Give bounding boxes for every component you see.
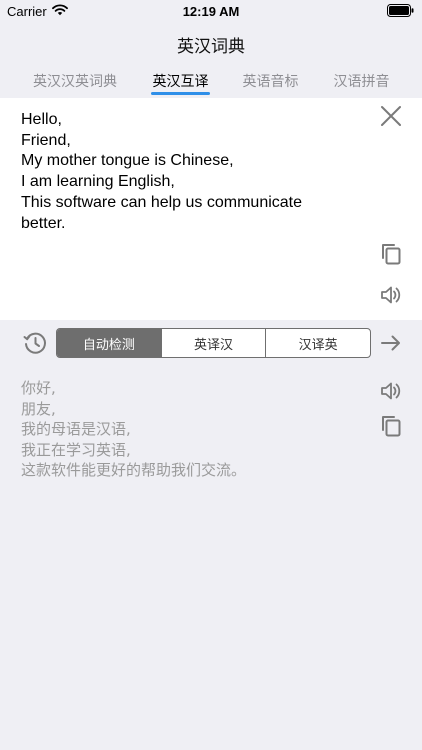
input-line: This software can help us communicate	[21, 193, 303, 211]
copy-icon	[382, 416, 401, 437]
input-line: I am learning English,	[21, 173, 175, 191]
tab-pinyin[interactable]: 汉语拼音	[332, 71, 391, 98]
speaker-icon	[381, 382, 401, 400]
copy-source-button[interactable]	[378, 241, 404, 267]
output-line: 我的母语是汉语,	[21, 420, 131, 438]
output-panel: 你好, 朋友, 我的母语是汉语, 我正在学习英语, 这款软件能更好的帮助我们交流…	[0, 370, 422, 750]
input-line: better.	[21, 214, 66, 232]
mode-en-to-zh[interactable]: 英译汉	[160, 329, 266, 357]
copy-result-button[interactable]	[378, 413, 404, 439]
speaker-icon	[381, 286, 401, 304]
active-tab-indicator	[151, 92, 210, 95]
input-line: My mother tongue is Chinese,	[21, 152, 234, 170]
output-line: 朋友,	[21, 399, 56, 418]
speak-result-button[interactable]	[378, 378, 404, 404]
output-line: 我正在学习英语,	[21, 440, 131, 459]
copy-icon	[382, 244, 401, 265]
translation-toolbar: 自动检测 英译汉 汉译英	[0, 327, 422, 359]
speak-source-button[interactable]	[378, 282, 404, 308]
language-mode-selector: 自动检测 英译汉 汉译英	[56, 328, 371, 358]
tab-bar: 英汉汉英词典 英汉互译 英语音标 汉语拼音	[0, 68, 422, 98]
tab-phonetic[interactable]: 英语音标	[241, 71, 300, 98]
input-panel[interactable]: Hello, Friend, My mother tongue is Chine…	[0, 98, 422, 320]
translate-button[interactable]	[378, 330, 404, 356]
status-time: 12:19 AM	[182, 4, 240, 19]
input-line: Friend,	[21, 131, 71, 149]
page-title: 英汉词典	[177, 37, 245, 57]
mode-auto-detect[interactable]: 自动检测	[57, 329, 161, 357]
history-button[interactable]	[22, 330, 48, 356]
close-icon	[381, 106, 401, 126]
status-bar: Carrier 12:19 AM	[0, 0, 422, 22]
tab-dictionary[interactable]: 英汉汉英词典	[31, 71, 119, 98]
input-line: Hello,	[21, 111, 62, 128]
battery-icon	[387, 4, 414, 17]
translated-text: 你好, 朋友, 我的母语是汉语, 我正在学习英语, 这款软件能更好的帮助我们交流…	[21, 378, 351, 481]
output-line: 你好,	[21, 379, 56, 397]
arrow-right-icon	[381, 335, 400, 351]
clear-button[interactable]	[378, 103, 404, 129]
mode-zh-to-en[interactable]: 汉译英	[265, 329, 370, 357]
output-line: 这款软件能更好的帮助我们交流。	[21, 461, 247, 479]
history-icon	[23, 332, 46, 354]
source-text-input[interactable]: Hello, Friend, My mother tongue is Chine…	[21, 110, 351, 234]
